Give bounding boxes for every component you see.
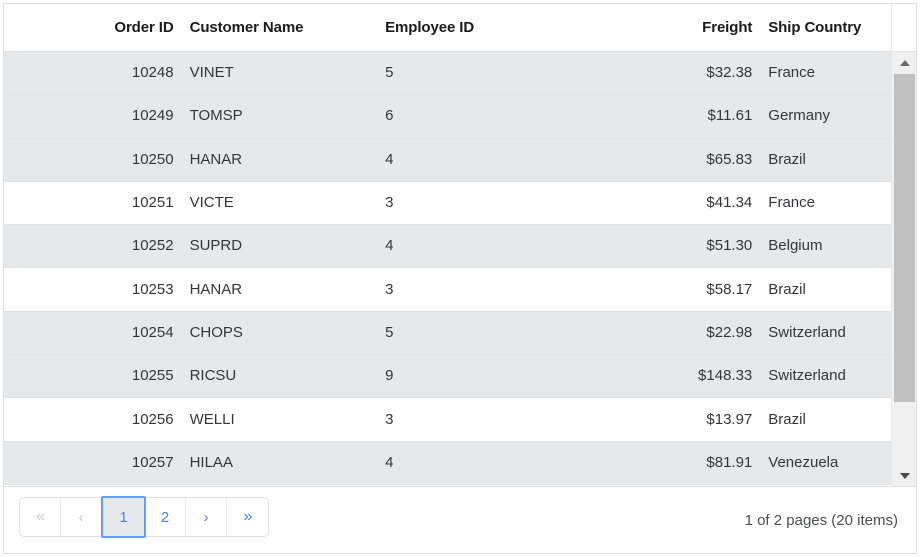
cell-order-id: 10250	[131, 150, 174, 168]
cell-employee-id: 4	[385, 453, 394, 471]
cell-employee-id: 3	[385, 280, 394, 298]
cell-employee-id: 6	[385, 107, 394, 125]
cell-ship-country: France	[768, 64, 815, 82]
pagination-next-page-button[interactable]: ›	[186, 498, 227, 536]
cell-freight: $13.97	[706, 410, 753, 428]
cell-freight: $11.61	[707, 107, 753, 125]
cell-employee-id: 5	[385, 323, 394, 341]
cell-order-id: 10253	[131, 280, 174, 298]
cell-ship-country: France	[768, 194, 815, 212]
cell-order-id: 10257	[131, 453, 174, 471]
cell-order-id: 10254	[131, 323, 174, 341]
pagination-last-page-label: »	[243, 508, 253, 525]
table-row[interactable]: 10254 CHOPS 5 $22.98 Switzerland	[4, 311, 891, 356]
cell-employee-id: 5	[385, 64, 394, 82]
triangle-down-icon	[899, 472, 910, 479]
cell-customer-name: CHOPS	[189, 323, 243, 341]
cell-order-id: 10252	[131, 237, 174, 255]
cell-freight: $58.17	[706, 280, 753, 298]
cell-freight: $32.38	[706, 64, 753, 82]
grid-header-inner: Order ID Customer Name Employee ID Freig…	[4, 4, 891, 51]
cell-ship-country: Brazil	[768, 280, 806, 298]
cell-ship-country: Brazil	[768, 410, 806, 428]
cell-ship-country: Switzerland	[768, 323, 846, 341]
pagination-page-1-button[interactable]: 1	[101, 496, 146, 538]
cell-customer-name: TOMSP	[189, 107, 243, 125]
table-row[interactable]: 10253 HANAR 3 $58.17 Brazil	[4, 268, 891, 312]
cell-ship-country: Switzerland	[768, 367, 846, 385]
cell-employee-id: 4	[385, 150, 394, 168]
table-row[interactable]: 10248 VINET 5 $32.38 France	[4, 52, 891, 96]
grid-body: 10248 VINET 5 $32.38 France 10249 TOMSP 6 $11.61…	[4, 52, 891, 486]
cell-freight: $65.83	[706, 150, 753, 168]
grid-body-container: 10248 VINET 5 $32.38 France 10249 TOMSP 6 $11.61…	[4, 52, 916, 486]
cell-employee-id: 4	[385, 237, 394, 255]
column-header-order-id[interactable]: Order ID	[4, 18, 182, 38]
cell-customer-name: SUPRD	[189, 237, 243, 255]
scrollbar-thumb[interactable]	[894, 74, 915, 402]
pagination-info: 1 of 2 pages (20 items)	[744, 512, 898, 529]
column-header-employee-id[interactable]: Employee ID	[377, 18, 639, 38]
cell-customer-name: HANAR	[189, 280, 243, 298]
table-row[interactable]: 10252 SUPRD 4 $51.30 Belgium	[4, 225, 891, 269]
cell-order-id: 10249	[131, 107, 174, 125]
table-row[interactable]: 10251 VICTE 3 $41.34 France	[4, 181, 891, 226]
cell-customer-name: RICSU	[189, 367, 237, 385]
header-scrollbar-spacer	[891, 4, 916, 51]
scroll-up-button[interactable]	[892, 52, 916, 73]
table-row[interactable]: 10255 RICSU 9 $148.33 Switzerland	[4, 355, 891, 399]
pagination-last-page-button[interactable]: »	[227, 498, 268, 536]
data-grid: Order ID Customer Name Employee ID Freig…	[3, 3, 917, 554]
cell-employee-id: 9	[385, 367, 394, 385]
cell-freight: $22.98	[706, 323, 753, 341]
table-row[interactable]: 10249 TOMSP 6 $11.61 Germany	[4, 95, 891, 139]
vertical-scrollbar[interactable]	[891, 52, 916, 486]
table-row[interactable]: 10257 HILAA 4 $81.91 Venezuela	[4, 441, 891, 485]
cell-order-id: 10251	[131, 194, 174, 212]
column-header-ship-country[interactable]: Ship Country	[760, 18, 891, 38]
table-row[interactable]: 10256 WELLI 3 $13.97 Brazil	[4, 398, 891, 442]
cell-order-id: 10248	[131, 64, 174, 82]
cell-ship-country: Venezuela	[768, 453, 839, 471]
cell-ship-country: Brazil	[768, 150, 806, 168]
pagination-page-2-label: 2	[160, 508, 170, 526]
pagination-first-page-button: «	[20, 498, 61, 536]
column-header-freight[interactable]: Freight	[640, 18, 761, 38]
cell-customer-name: HILAA	[189, 453, 233, 471]
cell-order-id: 10255	[131, 367, 174, 385]
cell-employee-id: 3	[385, 410, 394, 428]
pagination-bar: « ‹ 1 2 › » 1 of 2 pages (20 items)	[4, 486, 916, 553]
scroll-down-button[interactable]	[892, 465, 916, 486]
cell-freight: $81.91	[706, 453, 753, 471]
cell-customer-name: HANAR	[189, 150, 243, 168]
pagination-next-page-label: ›	[203, 508, 209, 526]
pagination-previous-page-button: ‹	[61, 498, 102, 536]
cell-ship-country: Belgium	[768, 237, 823, 255]
pagination-first-page-label: «	[36, 508, 45, 525]
cell-freight: $148.33	[698, 367, 753, 385]
pagination-page-2-button[interactable]: 2	[145, 498, 186, 536]
cell-order-id: 10256	[131, 410, 174, 428]
triangle-up-icon	[899, 59, 910, 66]
cell-employee-id: 3	[385, 194, 394, 212]
cell-customer-name: WELLI	[189, 410, 235, 428]
pagination-page-1-label: 1	[119, 508, 128, 526]
cell-customer-name: VICTE	[189, 194, 234, 212]
pagination-previous-page-label: ‹	[78, 508, 84, 526]
cell-freight: $51.30	[706, 237, 753, 255]
grid-header-row: Order ID Customer Name Employee ID Freig…	[4, 4, 916, 52]
cell-customer-name: VINET	[189, 64, 234, 82]
table-row[interactable]: 10250 HANAR 4 $65.83 Brazil	[4, 138, 891, 182]
cell-ship-country: Germany	[768, 107, 830, 125]
cell-freight: $41.34	[706, 194, 753, 212]
pagination-button-group: « ‹ 1 2 › »	[19, 496, 269, 538]
column-header-customer-name[interactable]: Customer Name	[182, 18, 378, 38]
